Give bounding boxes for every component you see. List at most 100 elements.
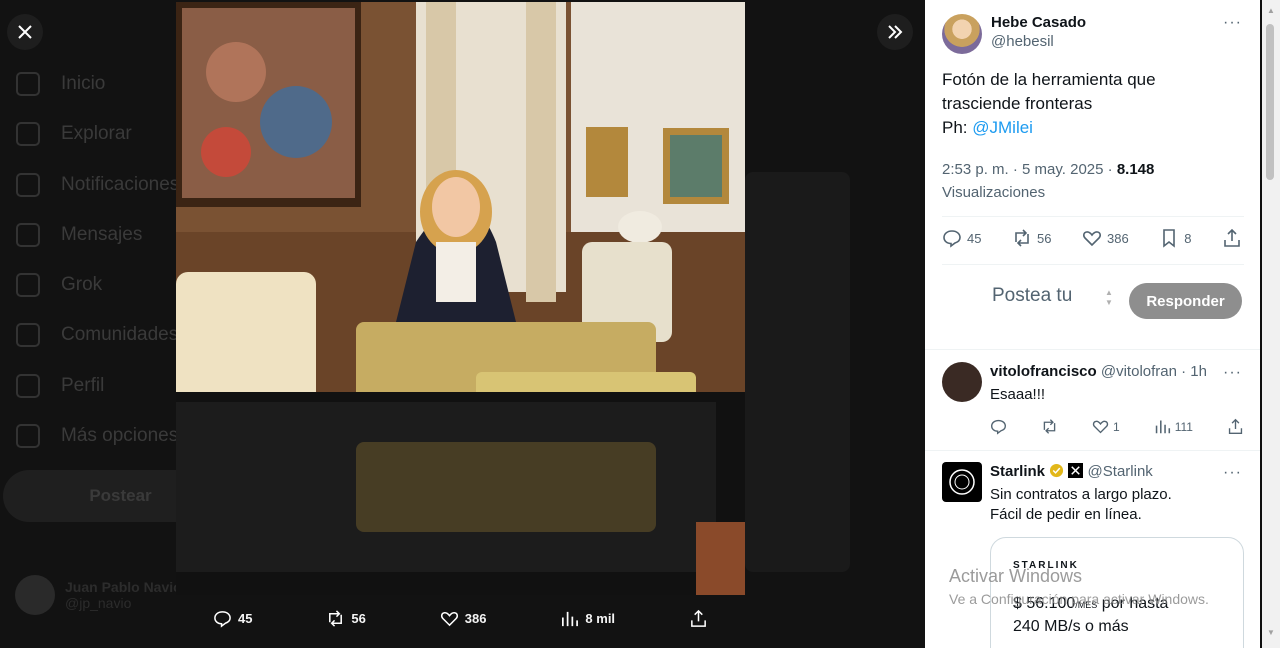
close-button[interactable] bbox=[7, 14, 43, 50]
reply-header: vitolofrancisco @vitolofran · 1h bbox=[990, 363, 1207, 380]
like-button[interactable]: 386 bbox=[1082, 228, 1129, 248]
retweet-button[interactable]: 56 bbox=[1012, 228, 1051, 248]
bookmark-button[interactable]: 8 bbox=[1159, 228, 1191, 248]
reply-actions: 1 111 bbox=[990, 418, 1244, 435]
reply-post[interactable]: vitolofrancisco @vitolofran · 1h ··· Esa… bbox=[925, 350, 1260, 450]
reply-input[interactable]: Postea tu bbox=[992, 285, 1072, 307]
scrollbar[interactable]: ▲ ▼ bbox=[1262, 0, 1280, 648]
bg-nav-label: Perfil bbox=[61, 375, 105, 396]
avatar bbox=[15, 575, 55, 615]
bg-nav-explore: Explorar bbox=[16, 122, 132, 146]
avatar[interactable] bbox=[942, 362, 982, 402]
ad-text-line: Fácil de pedir en línea. bbox=[990, 506, 1142, 523]
reply-button[interactable]: 45 bbox=[942, 228, 981, 248]
search-icon bbox=[16, 122, 40, 146]
reply-icon bbox=[214, 610, 231, 628]
reply-submit-button[interactable]: Responder bbox=[1129, 283, 1242, 319]
viewer-share-button[interactable] bbox=[689, 609, 708, 628]
bg-nav-grok: Grok bbox=[16, 273, 102, 297]
viewer-action-bar: 45 56 386 8 mil bbox=[176, 595, 745, 641]
verified-badge-icon bbox=[1050, 463, 1064, 478]
reply-count: 45 bbox=[237, 610, 253, 626]
views-count: 8 mil bbox=[585, 610, 616, 626]
avatar[interactable] bbox=[942, 462, 982, 502]
bg-right-column bbox=[745, 172, 850, 572]
ad-text-line: Sin contratos a largo plazo. bbox=[990, 486, 1172, 503]
bg-user-name: Juan Pablo Navio bbox=[65, 579, 182, 595]
reply-button[interactable] bbox=[990, 418, 1007, 435]
share-button[interactable] bbox=[1222, 228, 1242, 248]
ad-author-name[interactable]: Starlink bbox=[990, 463, 1045, 480]
retweet-button[interactable] bbox=[1041, 418, 1058, 435]
bookmark-count: 8 bbox=[1184, 230, 1192, 246]
person-icon bbox=[16, 374, 40, 398]
heart-icon bbox=[440, 611, 458, 626]
scroll-down-arrow-icon[interactable]: ▼ bbox=[1267, 628, 1275, 637]
views-button[interactable]: 111 bbox=[1154, 418, 1193, 435]
reply-count: 45 bbox=[967, 230, 982, 246]
grok-icon bbox=[16, 273, 40, 297]
tweet-text-line: Fotón de la herramienta que bbox=[942, 70, 1156, 89]
reply-icon bbox=[991, 419, 1006, 435]
viewer-like-button[interactable]: 386 bbox=[440, 609, 486, 628]
photo-illustration bbox=[176, 2, 745, 595]
bg-nav-profile: Perfil bbox=[16, 374, 104, 398]
mail-icon bbox=[16, 223, 40, 247]
viewer-retweet-button[interactable]: 56 bbox=[326, 609, 366, 628]
views-total: 8.148 bbox=[1116, 161, 1155, 178]
like-button[interactable]: 1 bbox=[1092, 418, 1120, 435]
retweet-count: 56 bbox=[1037, 230, 1052, 246]
bg-nav-label: Inicio bbox=[61, 73, 106, 94]
author-name[interactable]: Hebe Casado bbox=[991, 14, 1086, 31]
bg-nav-label: Comunidades bbox=[61, 324, 179, 345]
tweet-detail-panel: Hebe Casado @hebesil ··· Fotón de la her… bbox=[925, 0, 1260, 648]
expand-sidebar-button[interactable] bbox=[877, 14, 913, 50]
scroll-up-arrow-icon[interactable]: ▲ bbox=[1267, 6, 1275, 15]
views-label: Visualizaciones bbox=[942, 184, 1046, 201]
retweet-icon bbox=[1015, 229, 1029, 247]
share-icon bbox=[1228, 418, 1243, 434]
reply-author-name[interactable]: vitolofrancisco bbox=[990, 363, 1097, 380]
avatar[interactable] bbox=[942, 14, 982, 54]
starlink-logo-icon bbox=[949, 469, 975, 495]
reply-icon bbox=[943, 230, 961, 248]
reply-time[interactable]: · 1h bbox=[1181, 363, 1207, 380]
mention-link[interactable]: @JMilei bbox=[972, 118, 1033, 137]
speed-value: 240 MB/s o más bbox=[1013, 618, 1129, 635]
tweet-timestamp[interactable]: 2:53 p. m. · 5 may. 2025 · bbox=[942, 161, 1117, 178]
views-count: 111 bbox=[1174, 419, 1193, 434]
divider bbox=[942, 216, 1244, 217]
close-icon bbox=[18, 25, 32, 39]
tweet-text-line: trasciende fronteras bbox=[942, 94, 1093, 113]
more-circle-icon bbox=[16, 424, 40, 448]
reply-author-handle[interactable]: @vitolofran bbox=[1101, 363, 1177, 380]
author-handle[interactable]: @hebesil bbox=[991, 33, 1086, 50]
tweet-photo[interactable] bbox=[176, 2, 745, 595]
people-icon bbox=[16, 323, 40, 347]
photo-credit-label: Ph: bbox=[942, 118, 973, 137]
tweet-author[interactable]: Hebe Casado @hebesil bbox=[942, 14, 1086, 54]
views-chart-icon bbox=[1155, 420, 1170, 434]
tweet-stats: 45 56 386 8 bbox=[942, 228, 1242, 248]
more-options-icon[interactable]: ··· bbox=[1223, 464, 1242, 482]
bg-nav-label: Mensajes bbox=[61, 224, 143, 245]
scroll-spinner-icon[interactable]: ▲ ▼ bbox=[1103, 288, 1115, 314]
viewer-views-button[interactable]: 8 mil bbox=[560, 609, 615, 628]
more-options-icon[interactable]: ··· bbox=[1223, 364, 1242, 382]
ad-author-handle[interactable]: @Starlink bbox=[1088, 463, 1153, 480]
heart-icon bbox=[1083, 231, 1101, 247]
viewer-reply-button[interactable]: 45 bbox=[213, 609, 252, 628]
scrollbar-thumb[interactable] bbox=[1266, 24, 1274, 180]
bookmark-icon bbox=[1163, 229, 1176, 248]
more-options-icon[interactable]: ··· bbox=[1223, 14, 1242, 32]
share-icon bbox=[691, 609, 706, 627]
bg-nav-messages: Mensajes bbox=[16, 223, 142, 247]
watermark-subtitle: Ve a Configuración para activar Windows. bbox=[949, 591, 1209, 607]
tweet-text: Fotón de la herramienta que trasciende f… bbox=[942, 68, 1242, 140]
ad-text: Sin contratos a largo plazo. Fácil de pe… bbox=[990, 485, 1172, 525]
bg-nav-label: Grok bbox=[61, 274, 103, 295]
retweet-icon bbox=[329, 609, 343, 627]
views-chart-icon bbox=[562, 611, 579, 626]
share-button[interactable] bbox=[1227, 418, 1244, 435]
like-count: 386 bbox=[1107, 230, 1129, 246]
